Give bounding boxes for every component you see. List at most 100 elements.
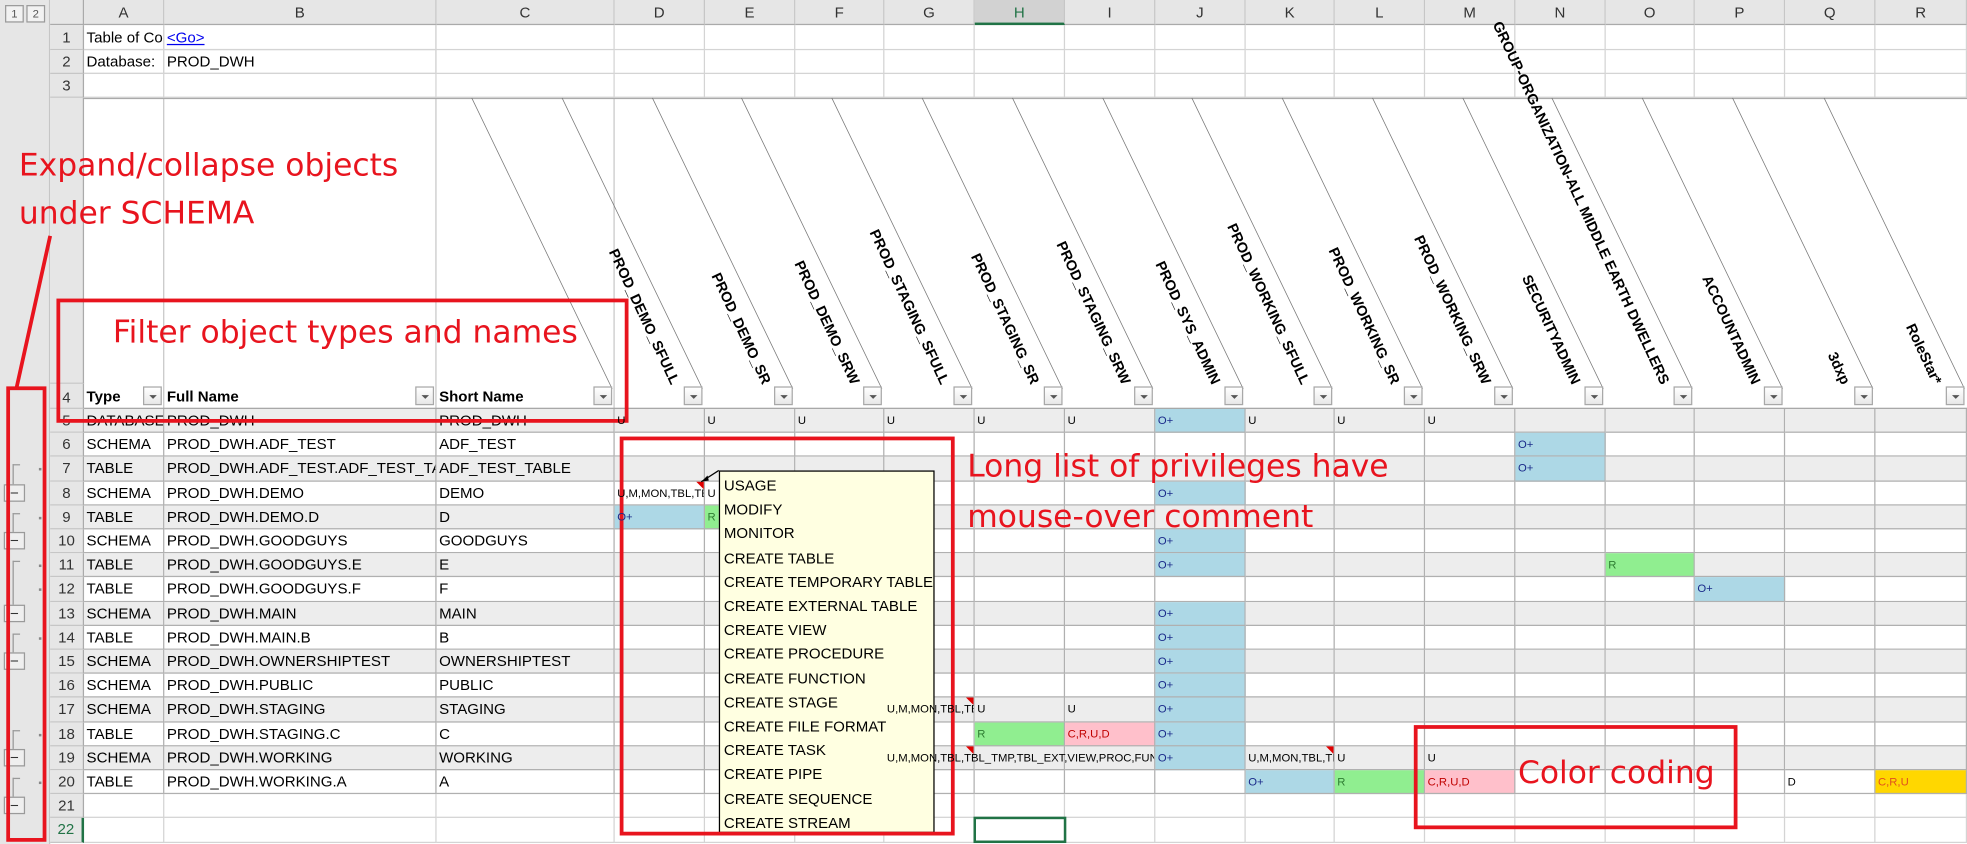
privilege-cell[interactable]: U	[974, 408, 1066, 434]
privilege-cell[interactable]	[1425, 529, 1516, 554]
privilege-cell[interactable]	[1515, 553, 1606, 578]
privilege-cell[interactable]	[1245, 818, 1335, 843]
privilege-cell[interactable]: U	[974, 697, 1066, 723]
privilege-cell[interactable]	[1425, 625, 1516, 650]
privilege-cell[interactable]	[1785, 625, 1876, 650]
filter-dropdown-button-J[interactable]	[1224, 386, 1244, 406]
column-header-K[interactable]: K	[1245, 0, 1335, 26]
privilege-cell[interactable]	[1334, 722, 1426, 747]
cell-full[interactable]: PROD_DWH.WORKING	[164, 746, 437, 771]
privilege-cell[interactable]	[1334, 553, 1426, 578]
privilege-cell[interactable]	[1515, 697, 1606, 723]
privilege-cell[interactable]	[1155, 818, 1246, 843]
privilege-cell[interactable]	[1605, 408, 1695, 434]
row-header-11[interactable]: 11	[50, 553, 85, 578]
privilege-cell[interactable]	[1425, 601, 1516, 626]
privilege-cell[interactable]	[1875, 625, 1967, 650]
column-header-F[interactable]: F	[795, 0, 885, 26]
privilege-cell[interactable]	[1785, 601, 1876, 626]
privilege-cell[interactable]	[1245, 697, 1335, 723]
privilege-cell[interactable]	[1065, 818, 1156, 843]
cell-short[interactable]	[436, 794, 615, 819]
filter-dropdown-button-N[interactable]	[1584, 386, 1604, 406]
privilege-cell[interactable]: U	[1065, 408, 1156, 434]
cell[interactable]	[1334, 25, 1426, 51]
privilege-cell[interactable]	[1245, 722, 1335, 747]
cell[interactable]	[1515, 50, 1606, 75]
privilege-cell[interactable]	[1785, 722, 1876, 747]
privilege-cell[interactable]: O+	[1155, 553, 1246, 578]
privilege-cell[interactable]: O+	[1155, 746, 1246, 771]
cell[interactable]	[884, 74, 975, 98]
privilege-cell[interactable]: O+	[1515, 433, 1606, 458]
privilege-cell[interactable]	[1694, 529, 1786, 554]
cell-type[interactable]: SCHEMA	[84, 601, 165, 626]
privilege-cell[interactable]	[1694, 433, 1786, 458]
privilege-cell[interactable]: U	[1334, 408, 1426, 434]
cell-type[interactable]: TABLE	[84, 457, 165, 482]
cell-short[interactable]: GOODGUYS	[436, 529, 615, 554]
privilege-cell[interactable]	[1245, 553, 1335, 578]
cell-type[interactable]: TABLE	[84, 505, 165, 530]
cell[interactable]	[974, 50, 1066, 75]
privilege-cell[interactable]	[1065, 625, 1156, 650]
cell-full[interactable]: PROD_DWH.DEMO	[164, 481, 437, 506]
privilege-cell[interactable]	[1425, 481, 1516, 506]
cell-full[interactable]: PROD_DWH.GOODGUYS	[164, 529, 437, 554]
cell[interactable]	[1245, 74, 1335, 98]
privilege-cell[interactable]	[1515, 408, 1606, 434]
cell[interactable]	[614, 25, 706, 51]
cell-type[interactable]: TABLE	[84, 722, 165, 747]
cell[interactable]	[1875, 74, 1967, 98]
privilege-cell[interactable]: U,M,MON,TBL,TE	[614, 481, 706, 506]
privilege-cell[interactable]: R	[1334, 770, 1426, 795]
privilege-cell[interactable]	[1785, 577, 1876, 602]
outline-level-1-button[interactable]: 1	[5, 5, 24, 23]
outline-level-2-button[interactable]: 2	[26, 5, 46, 23]
cell-short[interactable]: ADF_TEST_TABLE	[436, 457, 615, 482]
filter-dropdown-button-M[interactable]	[1494, 386, 1513, 406]
column-header-A[interactable]: A	[84, 0, 165, 26]
row-header-7[interactable]: 7	[50, 457, 85, 482]
row-header-13[interactable]: 13	[50, 601, 85, 626]
privilege-cell[interactable]	[1605, 529, 1695, 554]
cell[interactable]	[795, 25, 885, 51]
privilege-cell[interactable]: U,M,MON,TBL,TBL_TMP,TBL_EXT,VIEW,PROC,FU…	[884, 746, 1154, 771]
privilege-cell[interactable]	[1694, 649, 1786, 674]
cell[interactable]	[884, 25, 975, 51]
privilege-cell[interactable]	[1334, 601, 1426, 626]
column-header-E[interactable]: E	[705, 0, 796, 26]
privilege-cell[interactable]	[1515, 625, 1606, 650]
cell-type[interactable]: SCHEMA	[84, 529, 165, 554]
cell[interactable]	[1425, 74, 1516, 98]
cell-short[interactable]: D	[436, 505, 615, 530]
privilege-cell[interactable]	[1515, 505, 1606, 530]
privilege-cell[interactable]	[974, 577, 1066, 602]
column-header-Q[interactable]: Q	[1785, 0, 1876, 26]
filter-dropdown-button-E[interactable]	[774, 386, 793, 406]
row-header-10[interactable]: 10	[50, 529, 85, 554]
privilege-cell[interactable]: O+	[1155, 481, 1246, 506]
cell[interactable]	[1785, 50, 1876, 75]
filter-dropdown-button-D[interactable]	[683, 386, 703, 406]
cell-full[interactable]: PROD_DWH.MAIN	[164, 601, 437, 626]
cell-type[interactable]: SCHEMA	[84, 433, 165, 458]
cell[interactable]	[614, 74, 706, 98]
cell-full[interactable]: PROD_DWH.OWNERSHIPTEST	[164, 649, 437, 674]
privilege-cell[interactable]	[1785, 457, 1876, 482]
cell-short[interactable]: MAIN	[436, 601, 615, 626]
filter-dropdown-button-H[interactable]	[1043, 386, 1063, 406]
cell-full[interactable]: PROD_DWH.WORKING.A	[164, 770, 437, 795]
privilege-cell[interactable]: R	[974, 722, 1066, 747]
privilege-cell[interactable]	[1425, 457, 1516, 482]
cell-short[interactable]: OWNERSHIPTEST	[436, 649, 615, 674]
privilege-cell[interactable]	[1605, 625, 1695, 650]
privilege-cell[interactable]	[1785, 505, 1876, 530]
privilege-cell[interactable]	[1605, 457, 1695, 482]
cell[interactable]	[1245, 50, 1335, 75]
column-header-P[interactable]: P	[1694, 0, 1786, 26]
privilege-cell[interactable]: U,M,MON,TBL,TE	[1245, 746, 1335, 771]
filter-dropdown-button-R[interactable]	[1945, 386, 1965, 406]
row-header-14[interactable]: 14	[50, 625, 85, 650]
cell[interactable]	[884, 50, 975, 75]
